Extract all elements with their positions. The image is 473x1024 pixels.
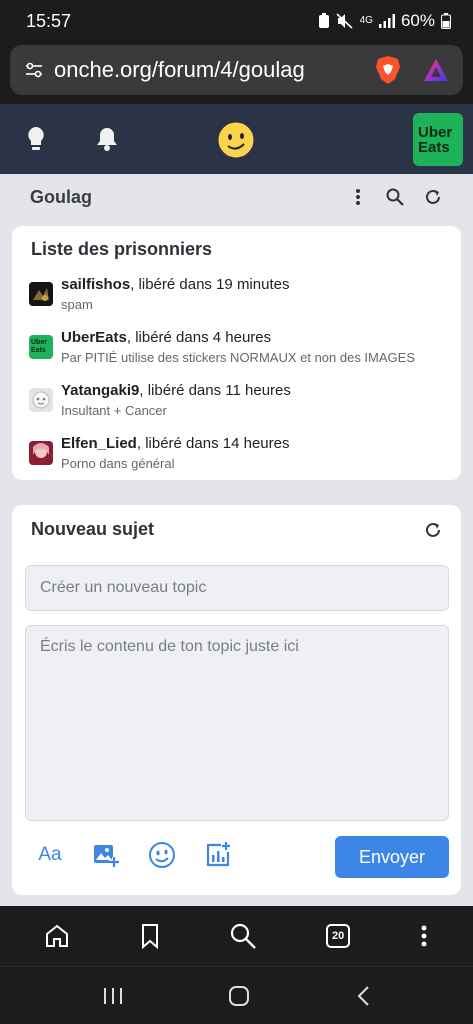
browser-toolbar: onche.org/forum/4/goulag	[0, 42, 473, 104]
recent-apps-icon[interactable]	[102, 985, 124, 1007]
ubereats-label-1: Uber	[418, 123, 453, 141]
brave-rewards-icon[interactable]	[423, 57, 449, 83]
system-navigation-bar	[0, 966, 473, 1024]
url-text[interactable]: onche.org/forum/4/goulag	[54, 57, 375, 83]
list-item: Elfen_Lied, libéré dans 14 heures Porno …	[29, 435, 415, 488]
status-time: 15:57	[26, 10, 72, 31]
app-header: Uber Eats	[0, 104, 473, 174]
battery-percent: 60%	[400, 11, 435, 30]
ubereats-label-2: Eats	[418, 138, 450, 156]
list-item: sailfishos, libéré dans 19 minutes spam	[29, 276, 415, 329]
more-vertical-icon[interactable]	[349, 187, 367, 207]
refresh-icon[interactable]	[423, 520, 443, 540]
avatar-text-2: Eats	[31, 347, 46, 354]
status-bar: 15:57 4G 60%	[0, 0, 473, 42]
back-icon[interactable]	[355, 985, 371, 1007]
more-vertical-icon[interactable]	[419, 924, 429, 948]
topic-content-textarea[interactable]	[25, 625, 449, 821]
prisoner-status: , libéré dans 19 minutes	[130, 276, 290, 293]
network-type: 4G	[359, 15, 373, 26]
prisoner-name[interactable]: sailfishos	[61, 276, 130, 293]
forum-header-row: Goulag	[0, 174, 473, 220]
lightbulb-icon[interactable]	[21, 124, 51, 154]
avatar-default-face[interactable]	[29, 388, 53, 412]
site-settings-icon[interactable]	[24, 60, 44, 80]
prisoner-reason: Par PITIÉ utilise des stickers NORMAUX e…	[61, 350, 416, 365]
editor-toolbar: Aa	[36, 841, 232, 869]
signal-icon	[378, 14, 395, 28]
home-button-icon[interactable]	[228, 985, 250, 1007]
prisoner-name[interactable]: UberEats	[61, 329, 127, 346]
prisoner-name[interactable]: Yatangaki9	[61, 382, 139, 399]
search-icon[interactable]	[385, 187, 405, 207]
refresh-icon[interactable]	[423, 187, 443, 207]
new-topic-title: Nouveau sujet	[31, 519, 155, 539]
address-bar[interactable]: onche.org/forum/4/goulag	[10, 45, 463, 95]
smiley-avatar-icon[interactable]	[217, 121, 255, 159]
battery-saver-icon	[318, 13, 329, 28]
prisoner-reason: spam	[61, 297, 93, 312]
avatar-text-1: Uber	[31, 339, 47, 346]
battery-icon	[441, 13, 451, 29]
bookmark-icon[interactable]	[139, 923, 161, 949]
notification-bell-icon[interactable]	[92, 124, 122, 154]
forum-title: Goulag	[30, 186, 92, 207]
prisoner-reason: Insultant + Cancer	[61, 403, 167, 418]
avatar-dark-image[interactable]	[29, 282, 53, 306]
prisoners-card: Liste des prisonniers sailfishos, libéré…	[12, 226, 461, 480]
font-format-button[interactable]: Aa	[36, 841, 64, 869]
brave-shields-icon[interactable]	[375, 55, 401, 85]
prisoner-name[interactable]: Elfen_Lied	[61, 435, 137, 452]
send-button[interactable]: Envoyer	[335, 836, 449, 878]
add-image-icon[interactable]	[92, 841, 120, 869]
sticker-icon[interactable]	[148, 841, 176, 869]
ubereats-avatar[interactable]: Uber Eats	[413, 113, 463, 166]
new-topic-card: Nouveau sujet Aa Envoyer	[12, 505, 461, 895]
prisoners-title: Liste des prisonniers	[31, 239, 213, 259]
search-icon[interactable]	[229, 922, 257, 950]
prisoners-list: sailfishos, libéré dans 19 minutes spam …	[29, 276, 415, 488]
home-icon[interactable]	[44, 923, 70, 949]
prisoner-reason: Porno dans général	[61, 456, 175, 471]
tab-switcher-button[interactable]: 20	[326, 924, 351, 948]
browser-bottom-bar: 20	[0, 906, 473, 966]
prisoner-status: , libéré dans 14 heures	[136, 435, 290, 452]
avatar-ubereats-logo[interactable]: Uber Eats	[29, 335, 53, 359]
mute-icon	[336, 13, 353, 29]
topic-title-input[interactable]	[25, 565, 449, 611]
list-item: Uber Eats UberEats, libéré dans 4 heures…	[29, 329, 415, 382]
prisoner-status: , libéré dans 11 heures	[139, 382, 291, 399]
add-poll-icon[interactable]	[204, 841, 232, 869]
avatar-anime-image[interactable]	[29, 441, 53, 465]
prisoner-status: , libéré dans 4 heures	[126, 329, 272, 346]
list-item: Yatangaki9, libéré dans 11 heures Insult…	[29, 382, 415, 435]
status-icons: 4G 60%	[318, 11, 451, 31]
